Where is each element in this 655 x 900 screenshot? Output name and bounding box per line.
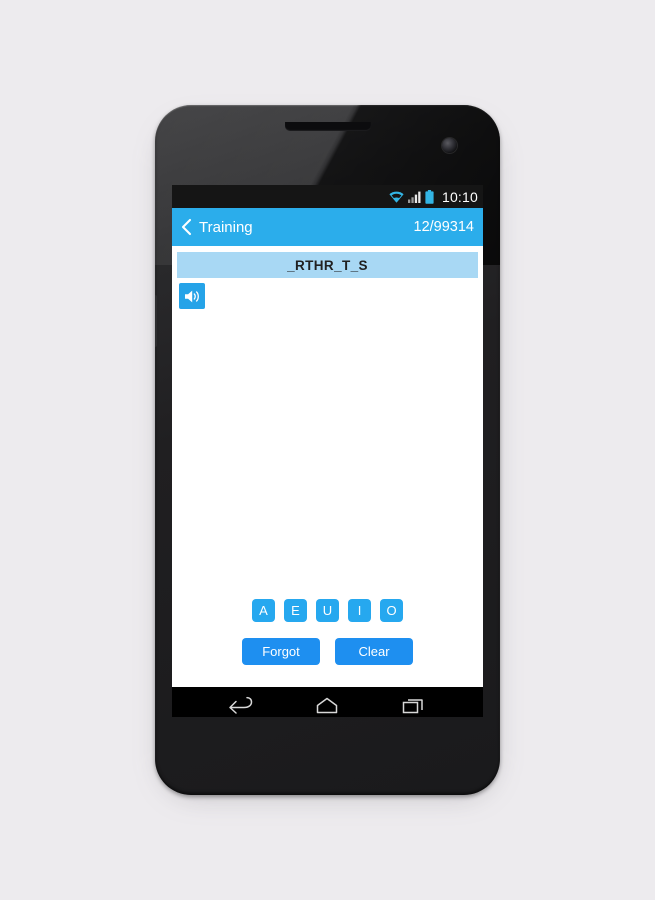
front-camera-lens	[442, 138, 457, 153]
letter-key[interactable]: E	[284, 599, 307, 622]
letter-key-row: A E U I O	[172, 599, 483, 622]
input-panel: A E U I O Forgot Clear	[172, 599, 483, 665]
letter-key[interactable]: O	[380, 599, 403, 622]
pronounce-button[interactable]	[179, 283, 205, 309]
main-content: _RTHR_T_S A E U I O Forgot Clear	[172, 252, 483, 687]
action-bar: Training 12/99314	[172, 208, 483, 246]
letter-key[interactable]: I	[348, 599, 371, 622]
letter-key[interactable]: A	[252, 599, 275, 622]
masked-word-text: _RTHR_T_S	[287, 257, 368, 273]
device-body: 10:10 Training 12/99314 _RTHR_T_S A E U …	[155, 105, 500, 795]
status-icon-group: 10:10	[389, 188, 478, 205]
chevron-left-icon[interactable]	[179, 218, 193, 236]
speaker-icon	[184, 290, 199, 302]
progress-counter: 12/99314	[413, 218, 474, 235]
battery-icon	[425, 189, 434, 204]
action-bar-left-group[interactable]: Training	[179, 218, 253, 236]
volume-rocker-button[interactable]	[155, 295, 157, 347]
navigation-bar	[172, 687, 483, 717]
recents-nav-icon[interactable]	[401, 696, 427, 715]
page-title: Training	[199, 218, 253, 236]
signal-icon	[407, 191, 421, 203]
earpiece-speaker	[284, 122, 371, 131]
forgot-button[interactable]: Forgot	[242, 638, 320, 665]
status-bar: 10:10	[172, 185, 483, 208]
phone-screen: 10:10 Training 12/99314 _RTHR_T_S A E U …	[172, 185, 483, 717]
wifi-icon	[389, 191, 404, 203]
home-nav-icon[interactable]	[314, 696, 340, 715]
letter-key[interactable]: U	[316, 599, 339, 622]
back-nav-icon[interactable]	[228, 696, 254, 715]
phone-mockup: 10:10 Training 12/99314 _RTHR_T_S A E U …	[155, 105, 500, 795]
word-display-bar: _RTHR_T_S	[177, 252, 478, 278]
clear-button[interactable]: Clear	[335, 638, 413, 665]
status-bar-clock: 10:10	[441, 188, 478, 205]
action-button-row: Forgot Clear	[172, 638, 483, 665]
